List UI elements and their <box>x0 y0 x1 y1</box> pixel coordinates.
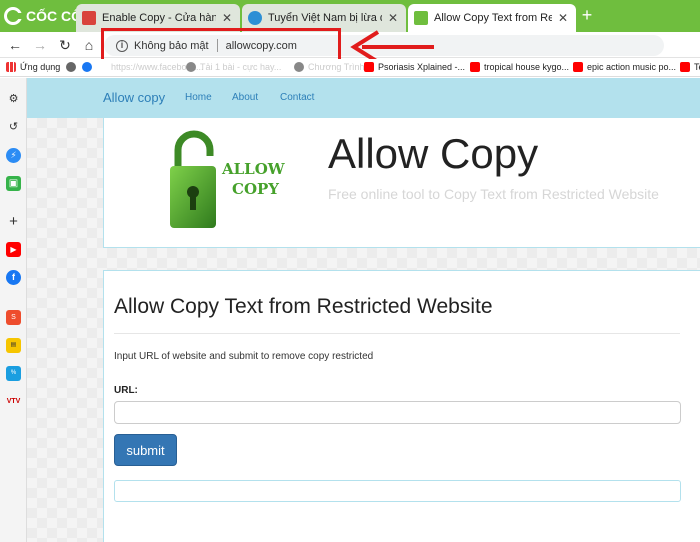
store-favicon-icon <box>82 11 96 25</box>
game-controller-icon[interactable]: ▣ <box>6 176 21 191</box>
nav-contact-link[interactable]: Contact <box>280 92 314 103</box>
news-favicon-icon <box>248 11 262 25</box>
site-navbar: Allow copy Home About Contact <box>27 78 700 118</box>
youtube-icon[interactable]: ▶ <box>6 242 21 257</box>
facebook-icon <box>82 62 92 72</box>
youtube-icon <box>364 62 374 72</box>
hero-subtitle: Free online tool to Copy Text from Restr… <box>328 186 659 202</box>
allowcopy-favicon-icon <box>414 11 428 25</box>
tab-allow-copy[interactable]: Allow Copy Text from Restricte ✕ <box>408 4 576 32</box>
messenger-icon[interactable]: ⚡ <box>6 148 21 163</box>
bookmark-label: Tải 1 bài - cực hay... <box>200 62 282 72</box>
allow-copy-logo: ALLOW COPY <box>170 130 286 228</box>
shopee-icon[interactable]: S <box>6 310 21 325</box>
tab-title: Enable Copy - Cửa hàng Chrom <box>102 12 216 24</box>
globe-icon <box>66 62 76 72</box>
card-description: Input URL of website and submit to remov… <box>114 351 374 362</box>
bookmark-label: Ứng dụng <box>20 62 61 72</box>
globe-icon <box>294 62 304 72</box>
hero-title: Allow Copy <box>328 130 539 177</box>
bookmark-label: epic action music po... <box>587 62 677 72</box>
bookmark-label: Psoriasis Xplained -... <box>378 62 466 72</box>
close-tab-icon[interactable]: ✕ <box>556 11 570 25</box>
facebook-icon[interactable]: f <box>6 270 21 285</box>
result-output-box[interactable] <box>114 480 681 502</box>
bookmark-label: tropical house kygo... <box>484 62 570 72</box>
settings-gear-icon[interactable]: ⚙ <box>6 92 21 107</box>
bookmark-item[interactable]: tropical house kygo... <box>470 62 569 72</box>
nav-home-link[interactable]: Home <box>185 92 212 103</box>
url-input[interactable] <box>114 401 681 424</box>
submit-button[interactable]: submit <box>114 434 177 466</box>
bookmark-label: Te <box>694 62 700 72</box>
home-icon[interactable]: ⌂ <box>80 36 98 54</box>
bookmark-item[interactable] <box>66 62 80 72</box>
back-arrow-icon[interactable]: ← <box>6 36 24 54</box>
bookmark-item[interactable]: Tải 1 bài - cực hay... <box>186 62 281 72</box>
youtube-icon <box>680 62 690 72</box>
bookmark-apps[interactable]: Ứng dụng <box>6 62 60 72</box>
browser-sidebar: ⚙ ↺ ⚡ ▣ + ▶ f S ▤ % VTV <box>0 78 27 542</box>
bookmark-item[interactable]: Chương Trình <box>294 62 364 72</box>
close-tab-icon[interactable]: ✕ <box>386 11 400 25</box>
youtube-icon <box>470 62 480 72</box>
logo-text-allow: ALLOW <box>221 160 286 178</box>
site-brand-link[interactable]: Allow copy <box>103 90 165 105</box>
bookmark-label: Chương Trình <box>308 62 365 72</box>
vtv-icon[interactable]: VTV <box>6 394 21 409</box>
bookmark-item[interactable] <box>82 62 96 72</box>
sale-icon[interactable]: % <box>6 366 21 381</box>
hero-banner: ALLOW COPY Allow Copy Free online tool t… <box>103 118 700 248</box>
web-page: Allow copy Home About Contact ALLOW COPY… <box>27 78 700 542</box>
tab-title: Tuyển Việt Nam bị lừa đàn em <box>268 12 382 24</box>
tool-form-card: Allow Copy Text from Restricted Website … <box>103 270 700 542</box>
tab-title: Allow Copy Text from Restricte <box>434 12 552 24</box>
reload-icon[interactable]: ↻ <box>56 36 74 54</box>
globe-icon <box>186 62 196 72</box>
youtube-icon <box>573 62 583 72</box>
add-icon[interactable]: + <box>6 214 21 229</box>
close-tab-icon[interactable]: ✕ <box>220 11 234 25</box>
bookmarks-bar: Ứng dụng https://www.facebook... Tải 1 b… <box>0 59 700 77</box>
store-icon[interactable]: ▤ <box>6 338 21 353</box>
bookmark-item[interactable]: epic action music po... <box>573 62 676 72</box>
url-label: URL: <box>114 385 138 396</box>
card-title: Allow Copy Text from Restricted Website <box>114 295 493 318</box>
new-tab-button[interactable]: + <box>578 6 596 24</box>
logo-text-copy: COPY <box>232 180 279 198</box>
coccoc-icon <box>4 7 23 25</box>
nav-about-link[interactable]: About <box>232 92 258 103</box>
history-icon[interactable]: ↺ <box>6 120 21 135</box>
apps-grid-icon <box>6 62 16 72</box>
forward-arrow-icon[interactable]: → <box>31 36 49 54</box>
bookmark-item[interactable]: Psoriasis Xplained -... <box>364 62 465 72</box>
bookmark-item[interactable]: Te <box>680 62 700 72</box>
divider <box>114 333 680 334</box>
